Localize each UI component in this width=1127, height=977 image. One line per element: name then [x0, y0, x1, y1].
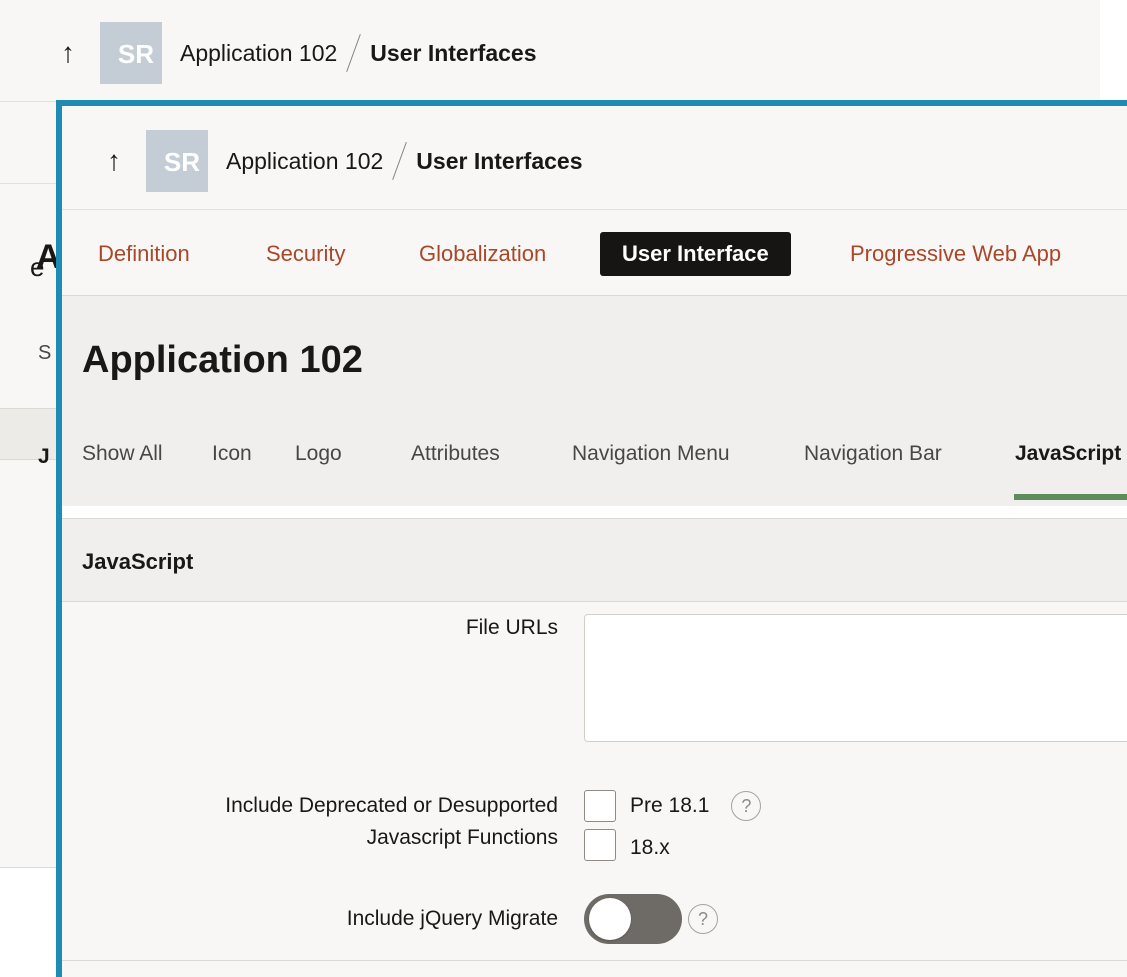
subtab-icon[interactable]: Icon: [212, 442, 252, 472]
background-header: ↑ SR Application 102 User Interfaces: [0, 0, 1100, 102]
subtab-show-all[interactable]: Show All: [82, 442, 163, 472]
help-icon[interactable]: ?: [688, 904, 718, 934]
application-window: ↑ SR Application 102 User Interfaces Def…: [56, 100, 1127, 977]
breadcrumb-current: User Interfaces: [370, 39, 537, 66]
title-area: Application 102 Show All Icon Logo Attri…: [62, 296, 1127, 506]
deprecated-label-wrap: Include Deprecated or Desupported Javasc…: [62, 790, 558, 860]
section-title: JavaScript: [82, 549, 194, 574]
breadcrumb-app-link[interactable]: Application 102: [226, 148, 383, 175]
jquery-migrate-label: Include jQuery Migrate: [346, 907, 558, 930]
active-subtab-indicator: [1014, 494, 1127, 500]
breadcrumb-app-link[interactable]: Application 102: [180, 40, 337, 67]
tab-progressive-web-app[interactable]: Progressive Web App: [850, 232, 1061, 276]
section-header: JavaScript: [62, 518, 1127, 602]
javascript-form: File URLs Include Deprecated or Desuppor…: [62, 602, 1127, 977]
pre-18-1-label: Pre 18.1: [630, 794, 710, 817]
help-icon[interactable]: ?: [731, 791, 762, 821]
file-urls-label-wrap: File URLs: [62, 612, 558, 652]
background-section-fragment: J: [38, 445, 50, 468]
up-arrow-icon[interactable]: ↑: [46, 37, 90, 69]
background-subtab-fragment: S: [38, 342, 52, 364]
18-x-checkbox[interactable]: [584, 829, 616, 861]
breadcrumb-current: User Interfaces: [416, 147, 583, 174]
toggle-knob: [589, 898, 631, 940]
background-breadcrumb: ↑ SR Application 102 User Interfaces: [46, 22, 537, 84]
deprecated-label-line1: Include Deprecated or Desupported: [225, 794, 558, 817]
avatar: SR: [100, 22, 162, 84]
tab-definition[interactable]: Definition: [98, 232, 190, 276]
subtab-logo[interactable]: Logo: [295, 442, 342, 472]
subtab-attributes[interactable]: Attributes: [411, 442, 500, 472]
up-arrow-icon[interactable]: ↑: [92, 145, 136, 177]
window-header: ↑ SR Application 102 User Interfaces: [62, 106, 1127, 210]
file-urls-label: File URLs: [465, 616, 558, 639]
avatar: SR: [146, 130, 208, 192]
breadcrumb-separator: [346, 34, 362, 72]
deprecated-label-line2: Javascript Functions: [366, 826, 558, 849]
tab-globalization[interactable]: Globalization: [419, 232, 546, 276]
jquery-migrate-label-wrap: Include jQuery Migrate: [62, 903, 558, 939]
option-pre-18-1: Pre 18.1 ?: [584, 790, 762, 822]
breadcrumb-separator: [392, 142, 408, 180]
main-tabs: Definition Security Globalization User I…: [62, 210, 1127, 296]
jquery-migrate-help-wrap: ?: [666, 904, 718, 934]
page-title: Application 102: [82, 339, 363, 381]
tab-user-interface[interactable]: User Interface: [600, 232, 791, 276]
tab-security[interactable]: Security: [266, 232, 345, 276]
subtab-javascript[interactable]: JavaScript: [1015, 442, 1121, 472]
file-urls-input[interactable]: [584, 614, 1127, 742]
subtab-navigation-bar[interactable]: Navigation Bar: [804, 442, 942, 472]
18-x-label: 18.x: [630, 836, 670, 859]
bottom-divider: [62, 960, 1127, 961]
pre-18-1-checkbox[interactable]: [584, 790, 616, 822]
breadcrumb: ↑ SR Application 102 User Interfaces: [92, 130, 583, 192]
subtab-navigation-menu[interactable]: Navigation Menu: [572, 442, 730, 472]
option-18-x: 18.x: [584, 829, 670, 861]
